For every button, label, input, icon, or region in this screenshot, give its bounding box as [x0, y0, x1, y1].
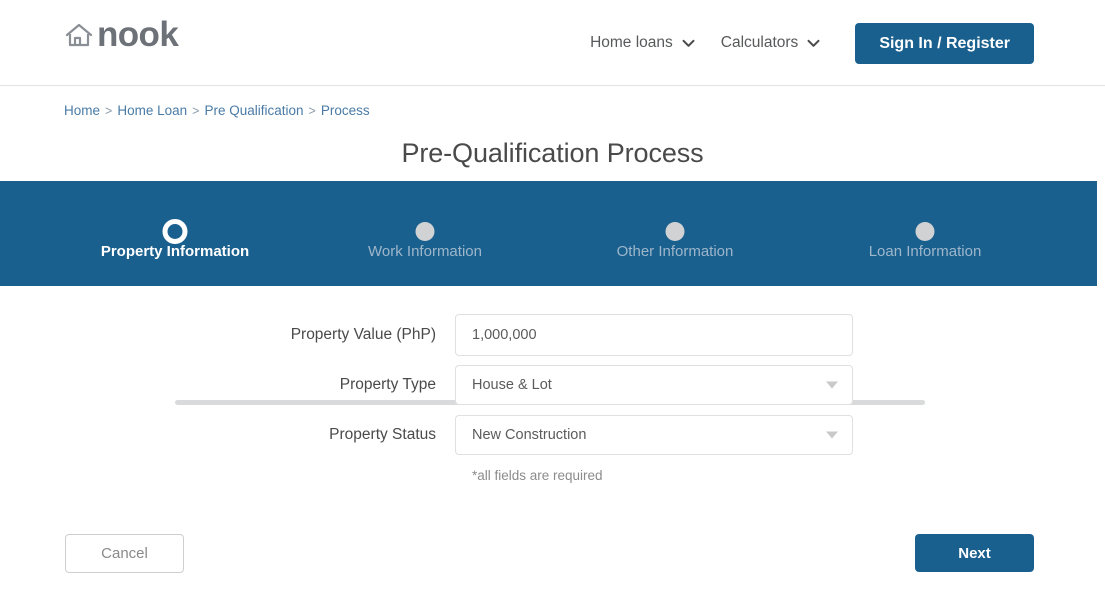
- breadcrumb-item-home-loan[interactable]: Home Loan: [117, 103, 187, 118]
- logo-text: nook: [97, 15, 179, 54]
- nav-item-calculators-label: Calculators: [720, 34, 799, 51]
- step-label-loan-information: Loan Information: [868, 243, 982, 260]
- step-label-other-information: Other Information: [616, 243, 734, 260]
- page-title: Pre-Qualification Process: [401, 138, 704, 168]
- page-root: nook Home loans Calculators Sign In / Re…: [0, 0, 1105, 600]
- chevron-down-icon[interactable]: [826, 381, 838, 389]
- site-logo[interactable]: nook: [64, 15, 179, 54]
- breadcrumb: Home > Home Loan > Pre Qualification > P…: [64, 103, 370, 118]
- breadcrumb-item-home[interactable]: Home: [64, 103, 100, 118]
- breadcrumb-item-pre-qualification[interactable]: Pre Qualification: [204, 103, 303, 118]
- nav-item-home-loans[interactable]: Home loans: [577, 34, 708, 52]
- step-dot-inactive: [915, 219, 935, 241]
- property-type-text: House & Lot: [472, 377, 552, 393]
- required-fields-note: *all fields are required: [472, 468, 603, 483]
- next-button[interactable]: Next: [915, 534, 1034, 572]
- step-label-property-information: Property Information: [100, 243, 250, 260]
- breadcrumb-separator: >: [105, 103, 113, 118]
- main-nav: Home loans Calculators Sign In / Registe…: [577, 0, 1034, 86]
- step-dot-inactive: [415, 219, 435, 241]
- nav-item-home-loans-label: Home loans: [590, 34, 673, 51]
- step-dot-inactive: [665, 219, 685, 241]
- property-type-select[interactable]: House & Lot: [455, 365, 853, 405]
- breadcrumb-item-process[interactable]: Process: [321, 103, 370, 118]
- step-dot-active: [162, 219, 188, 244]
- site-header: nook Home loans Calculators Sign In / Re…: [0, 0, 1105, 86]
- chevron-down-icon[interactable]: [826, 431, 838, 439]
- breadcrumb-separator: >: [192, 103, 200, 118]
- label-property-type: Property Type: [339, 376, 436, 393]
- property-value-input[interactable]: 1,000,000: [455, 314, 853, 356]
- form-row-property-status: Property Status New Construction: [0, 415, 1105, 455]
- property-value-text: 1,000,000: [472, 327, 537, 343]
- label-property-value: Property Value (PhP): [290, 326, 436, 343]
- breadcrumb-separator: >: [308, 103, 316, 118]
- sign-in-register-button[interactable]: Sign In / Register: [855, 22, 1034, 64]
- cancel-button[interactable]: Cancel: [65, 534, 184, 573]
- form-row-property-value: Property Value (PhP) 1,000,000: [0, 314, 1105, 356]
- label-property-status: Property Status: [329, 426, 436, 443]
- property-status-text: New Construction: [472, 427, 587, 443]
- chevron-down-icon: [807, 39, 820, 47]
- form-row-property-type: Property Type House & Lot: [0, 365, 1105, 405]
- chevron-down-icon: [682, 39, 695, 47]
- property-status-select[interactable]: New Construction: [455, 415, 853, 455]
- step-label-work-information: Work Information: [368, 243, 482, 260]
- house-icon: [65, 23, 93, 47]
- nav-item-calculators[interactable]: Calculators: [708, 34, 834, 52]
